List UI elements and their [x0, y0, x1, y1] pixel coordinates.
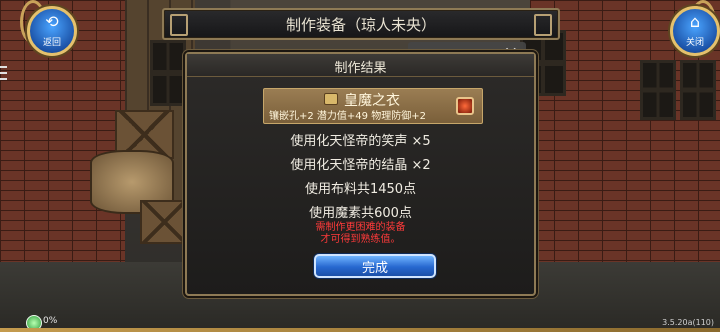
item-stats: 镶嵌孔+2 潜力值+49 物理防御+2 [269, 111, 426, 122]
dialog-title: 制作结果 [334, 61, 387, 76]
home-icon: ⌂ [689, 12, 701, 31]
done-button[interactable]: 完成 [314, 254, 436, 278]
dialog-header: 制作结果 [187, 54, 534, 77]
experience-bar [0, 328, 720, 332]
window-title: 制作装备（琼人未央） [285, 16, 436, 34]
title-bar-cap-right [534, 14, 552, 36]
progress-percent: 0% [43, 316, 58, 326]
back-button[interactable]: ⟲ 返回 [27, 6, 77, 56]
craft-result-dialog: 制作结果 皇魔之衣 镶嵌孔+2 潜力值+49 物理防御+2 使用化天怪帝的笑声 … [185, 52, 536, 296]
gem-icon [456, 97, 474, 115]
version-label: 3.5.20a(110) [662, 318, 714, 327]
crafted-item-card[interactable]: 皇魔之衣 镶嵌孔+2 潜力值+49 物理防御+2 [263, 88, 483, 124]
side-menu-handle[interactable] [0, 62, 8, 92]
building-window [640, 60, 676, 120]
building-window [680, 60, 716, 120]
material-line: 使用化天怪帝的结晶 ×2 [290, 158, 431, 173]
window-title-bar: 制作装备（琼人未央） [162, 8, 560, 40]
wooden-crate [140, 200, 189, 244]
done-button-label: 完成 [361, 261, 388, 276]
back-button-label: 返回 [42, 38, 61, 48]
hint-text: 需制作更困难的装备 [315, 222, 406, 233]
cloth-used-line: 使用布料共1450点 [304, 182, 417, 197]
close-button-label: 关闭 [685, 38, 704, 48]
close-button[interactable]: ⌂ 关闭 [670, 6, 720, 56]
return-arrow-icon: ⟲ [45, 12, 59, 31]
material-line: 使用化天怪帝的笑声 ×5 [290, 134, 431, 149]
building-window [150, 40, 186, 106]
hint-text: 才可得到熟练值。 [320, 234, 401, 245]
magic-used-line: 使用魔素共600点 [309, 206, 412, 221]
equipment-badge-icon [324, 93, 338, 105]
